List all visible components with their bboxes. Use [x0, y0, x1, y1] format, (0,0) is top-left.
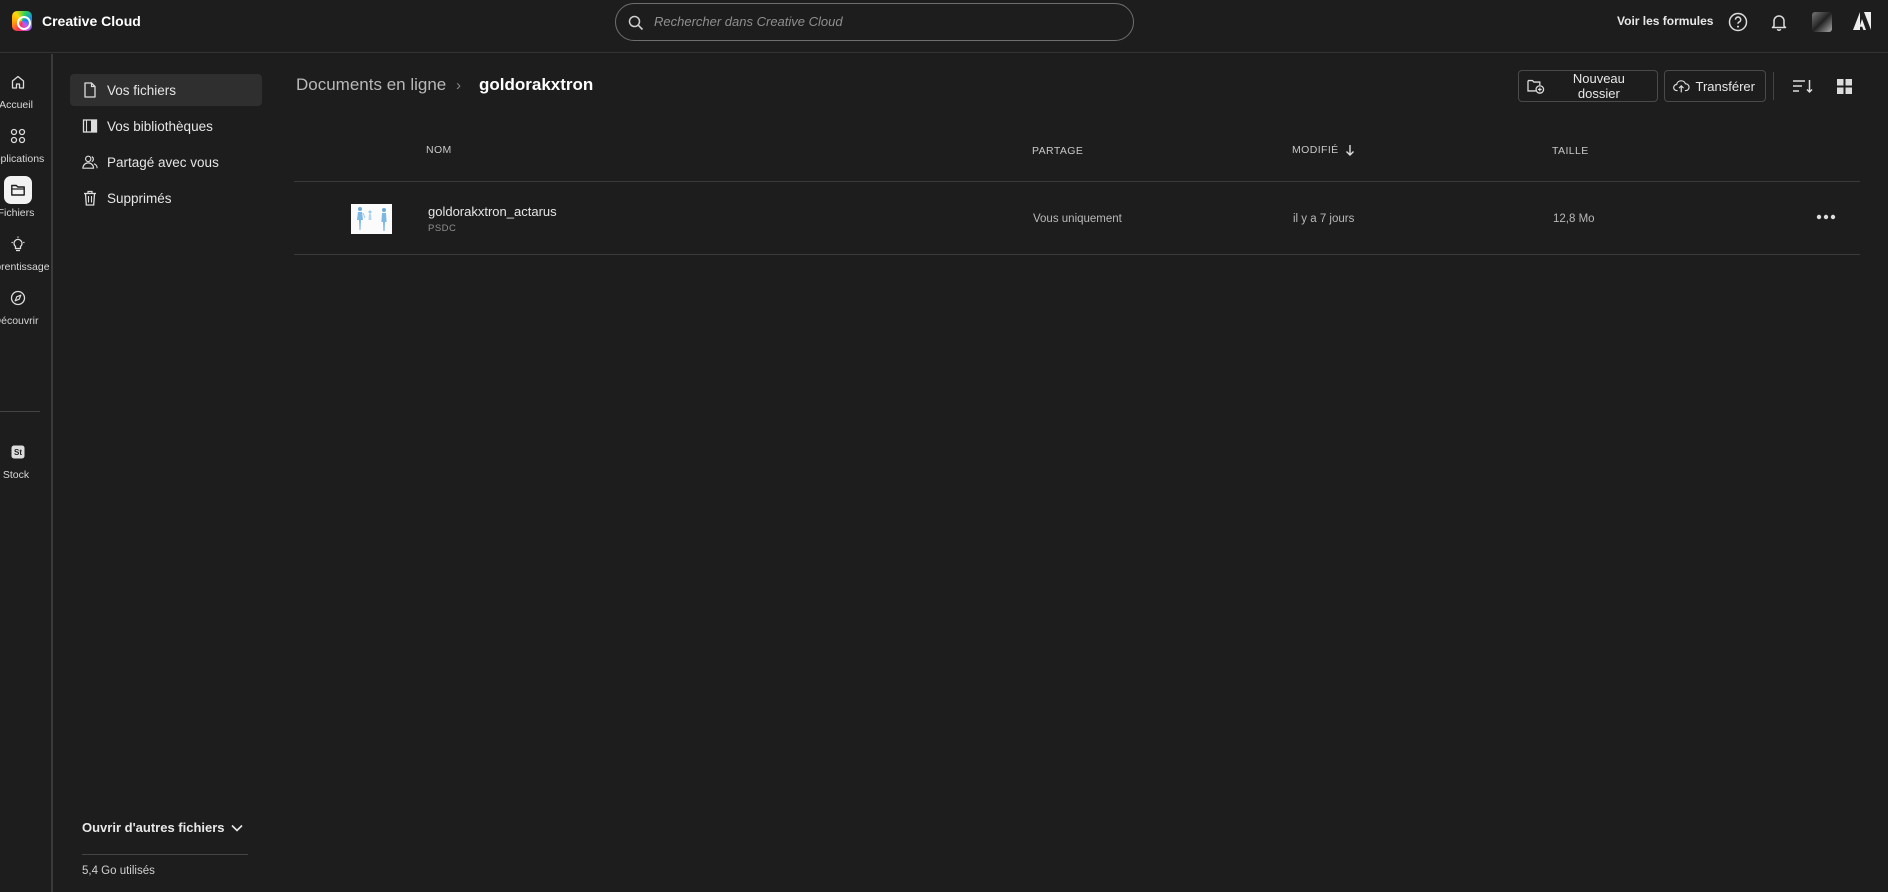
app-title: Creative Cloud — [42, 13, 141, 29]
open-other-files-label: Ouvrir d'autres fichiers — [82, 820, 225, 835]
top-bar: Creative Cloud Voir les formules — [0, 0, 1888, 53]
new-folder-icon — [1527, 79, 1545, 94]
search-box[interactable] — [615, 3, 1134, 41]
nav-item-label: Supprimés — [107, 190, 172, 206]
storage-divider — [82, 854, 248, 855]
files-side-nav: Vos fichiers Vos bibliothèques Partagé a… — [70, 74, 262, 218]
bell-icon[interactable] — [1768, 11, 1790, 33]
svg-text:St: St — [14, 448, 22, 457]
column-header-label: MODIFIÉ — [1292, 144, 1339, 156]
column-header-sharing[interactable]: PARTAGE — [1032, 145, 1083, 157]
file-modified: il y a 7 jours — [1293, 213, 1355, 225]
upload-button[interactable]: Transférer — [1664, 70, 1766, 102]
rail-divider — [0, 411, 40, 412]
stock-icon: St — [11, 445, 25, 459]
toolbar-divider — [1773, 72, 1774, 100]
file-thumbnail-image — [351, 204, 392, 234]
table-header: NOM PARTAGE MODIFIÉ TAILLE — [294, 140, 1860, 182]
rail-item-label: Applications — [0, 153, 45, 165]
trash-icon — [84, 190, 96, 206]
creative-cloud-logo-icon[interactable] — [12, 11, 32, 31]
new-folder-button[interactable]: Nouveau dossier — [1518, 70, 1658, 102]
breadcrumb-current: goldorakxtron — [479, 75, 594, 94]
rail-item-apps[interactable]: Applications — [0, 122, 51, 178]
lightbulb-icon — [11, 236, 25, 252]
nav-item-deleted[interactable]: Supprimés — [70, 182, 262, 214]
rail-item-label: Fichiers — [0, 207, 35, 219]
file-size: 12,8 Mo — [1553, 213, 1595, 225]
nav-item-shared-with-you[interactable]: Partagé avec vous — [70, 146, 262, 178]
storage-usage: 5,4 Go utilisés — [82, 865, 155, 877]
column-header-size[interactable]: TAILLE — [1552, 145, 1589, 157]
grid-view-icon — [1836, 78, 1852, 94]
shared-users-icon — [82, 155, 98, 169]
table-row[interactable]: goldorakxtron_actarus PSDC Vous uniqueme… — [294, 183, 1860, 255]
left-rail: Accueil Applications Fichiers Apprentiss… — [0, 54, 53, 892]
arrow-down-icon — [1345, 145, 1354, 156]
more-horizontal-icon — [1816, 214, 1836, 220]
rail-item-label: Découvrir — [0, 315, 39, 327]
rail-item-label: Accueil — [0, 99, 33, 111]
nav-item-your-files[interactable]: Vos fichiers — [70, 74, 262, 106]
new-folder-label: Nouveau dossier — [1572, 71, 1625, 101]
column-header-label: TAILLE — [1552, 145, 1589, 157]
file-thumbnail — [351, 204, 392, 234]
search-input[interactable] — [654, 4, 1114, 39]
column-header-modified[interactable]: MODIFIÉ — [1292, 144, 1355, 156]
rail-item-learn[interactable]: Apprentissage — [0, 230, 51, 286]
column-header-label: NOM — [426, 144, 452, 156]
file-name: goldorakxtron_actarus — [428, 204, 557, 219]
grid-view-button[interactable] — [1833, 76, 1855, 96]
rail-item-home[interactable]: Accueil — [0, 68, 51, 124]
sort-icon — [1793, 80, 1813, 94]
folder-icon — [11, 184, 25, 196]
search-icon — [628, 15, 644, 31]
nav-item-label: Vos fichiers — [107, 82, 177, 98]
breadcrumb-separator: › — [456, 77, 461, 94]
open-other-files-toggle[interactable]: Ouvrir d'autres fichiers — [82, 820, 243, 835]
avatar[interactable] — [1812, 12, 1832, 32]
file-sharing: Vous uniquement — [1033, 213, 1122, 225]
compass-icon — [10, 290, 26, 306]
plans-link[interactable]: Voir les formules — [1617, 14, 1713, 28]
chevron-down-icon — [230, 824, 243, 832]
home-icon — [11, 75, 25, 89]
adobe-logo-icon[interactable] — [1851, 10, 1873, 32]
rail-item-label: Apprentissage — [0, 261, 50, 273]
breadcrumb-parent[interactable]: Documents en ligne — [296, 75, 446, 95]
nav-item-libraries[interactable]: Vos bibliothèques — [70, 110, 262, 142]
library-icon — [82, 119, 98, 133]
nav-item-label: Partagé avec vous — [107, 154, 219, 170]
cloud-upload-icon — [1673, 80, 1690, 93]
column-header-label: PARTAGE — [1032, 145, 1084, 157]
nav-item-label: Vos bibliothèques — [107, 118, 213, 134]
apps-icon — [10, 128, 26, 144]
column-header-name[interactable]: NOM — [426, 144, 452, 156]
file-icon — [84, 82, 96, 98]
help-icon[interactable] — [1727, 11, 1749, 33]
more-actions-button[interactable] — [1814, 207, 1838, 227]
file-type: PSDC — [428, 223, 457, 234]
rail-item-files[interactable]: Fichiers — [0, 176, 51, 232]
rail-item-stock[interactable]: St Stock — [0, 438, 51, 494]
rail-item-label: Stock — [2, 469, 30, 481]
rail-item-discover[interactable]: Découvrir — [0, 284, 51, 340]
upload-label: Transférer — [1695, 78, 1755, 94]
sort-button[interactable] — [1792, 76, 1814, 96]
